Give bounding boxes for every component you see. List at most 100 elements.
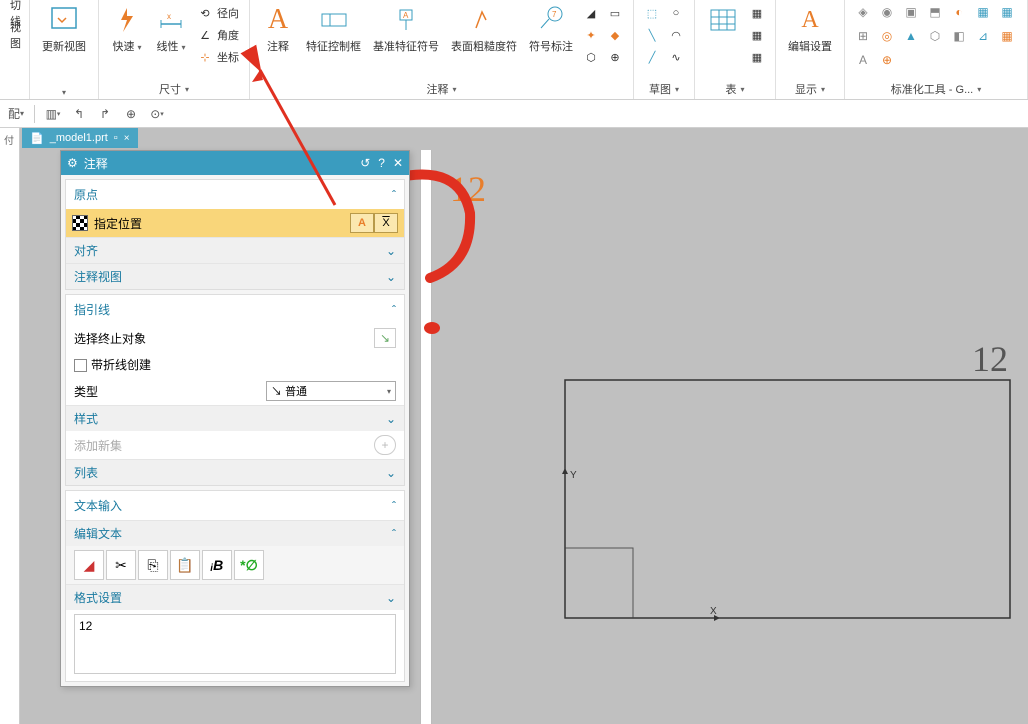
chevron-up-icon: ˆ — [392, 527, 396, 541]
undo-icon[interactable]: ↺ — [360, 156, 370, 170]
datum-icon: A — [390, 4, 422, 36]
std-ico[interactable]: ◧ — [951, 28, 967, 44]
quick-btn[interactable]: ↰ — [67, 103, 91, 125]
std-ico[interactable]: ▦ — [999, 28, 1015, 44]
style-row[interactable]: 样式⌄ — [66, 405, 404, 431]
edit-settings-btn[interactable]: A 编辑设置 — [784, 2, 836, 56]
std-ico[interactable]: ⬒ — [927, 4, 943, 20]
type-select[interactable]: ↘ 普通 ▾ — [266, 381, 396, 401]
quick-btn[interactable]: ⊙▾ — [145, 103, 169, 125]
datum-btn[interactable]: A 基准特征符号 — [369, 2, 443, 56]
std-ico[interactable]: ◈ — [855, 4, 871, 20]
section-origin[interactable]: 原点ˆ — [66, 180, 404, 209]
std-ico[interactable]: ◐ — [951, 4, 967, 20]
std-ico[interactable]: ⊞ — [855, 28, 871, 44]
edit-text-row[interactable]: 编辑文本ˆ — [66, 520, 404, 546]
quick-btn[interactable]: ▥▾ — [41, 103, 65, 125]
ribbon: 切线 视图 更新视图 ▾ 快速 ▾ x 线性 ▾ ⟲径向 ∠角度 — [0, 0, 1028, 100]
section-text-input[interactable]: 文本输入ˆ — [66, 491, 404, 520]
anno-small1[interactable]: ◢ — [581, 2, 601, 24]
annotation-view-row[interactable]: 注释视图⌄ — [66, 263, 404, 289]
surface-btn[interactable]: 表面粗糙度符 — [447, 2, 521, 56]
table-btn[interactable] — [703, 2, 743, 38]
fast-dim-btn[interactable]: 快速 ▾ — [107, 2, 147, 56]
note-btn[interactable]: A 注释 — [258, 2, 298, 56]
coord-btn[interactable]: ⊹坐标 — [195, 46, 241, 68]
std-ico[interactable]: A — [855, 52, 871, 68]
cut-icon[interactable]: ✂ — [106, 550, 136, 580]
anno-small5[interactable]: ◆ — [605, 24, 625, 46]
select-end-btn[interactable]: ↘ — [374, 328, 396, 348]
list-row[interactable]: 列表⌄ — [66, 459, 404, 485]
chevron-up-icon: ˆ — [392, 499, 396, 513]
symbol-icon[interactable]: *∅ — [234, 550, 264, 580]
bold-italic-icon[interactable]: ᵢB — [202, 550, 232, 580]
anno-small2[interactable]: ✦ — [581, 24, 601, 46]
fcf-btn[interactable]: 特征控制框 — [302, 2, 365, 56]
std-ico[interactable]: ⊕ — [879, 52, 895, 68]
std-ico[interactable]: ▲ — [903, 28, 919, 44]
anno-small6[interactable]: ⊕ — [605, 46, 625, 68]
align-row[interactable]: 对齐⌄ — [66, 237, 404, 263]
edit-a-icon: A — [794, 4, 826, 36]
std-ico[interactable]: ⬡ — [927, 28, 943, 44]
anno-small3[interactable]: ⬡ — [581, 46, 601, 68]
coord-icon: ⊹ — [197, 49, 213, 65]
paste-icon[interactable]: 📋 — [170, 550, 200, 580]
chevron-up-icon: ˆ — [392, 188, 396, 202]
format-row[interactable]: 格式设置⌄ — [66, 584, 404, 610]
sketch-btn2[interactable]: ╲ — [642, 24, 662, 46]
angle-btn[interactable]: ∠角度 — [195, 24, 241, 46]
balloon-btn[interactable]: 7 符号标注 — [525, 2, 577, 56]
surface-icon — [468, 4, 500, 36]
annotation-dialog: ⚙ 注释 ↺ ? ✕ 原点ˆ 指定位置 A X — [60, 150, 410, 687]
sketch-btn6[interactable]: ∿ — [666, 46, 686, 68]
sketch-btn5[interactable]: ◠ — [666, 24, 686, 46]
dialog-title-text: 注释 — [84, 155, 108, 172]
specify-btn-a[interactable]: A — [350, 213, 374, 233]
std-ico[interactable]: ⊿ — [975, 28, 991, 44]
svg-text:x: x — [167, 12, 171, 21]
checkbox[interactable] — [74, 359, 87, 372]
std-ico[interactable]: ◉ — [879, 4, 895, 20]
copy-icon[interactable]: ⎘ — [138, 550, 168, 580]
sketch-btn4[interactable]: ○ — [666, 2, 686, 24]
std-ico[interactable]: ▦ — [975, 4, 991, 20]
update-view-btn[interactable]: 更新视图 — [38, 2, 90, 56]
specify-btn-x[interactable]: X — [374, 213, 398, 233]
table-s2[interactable]: ▦ — [747, 24, 767, 46]
linear-dim-btn[interactable]: x 线性 ▾ — [151, 2, 191, 56]
anno-small4[interactable]: ▭ — [605, 2, 625, 24]
quick-btn[interactable]: ↱ — [93, 103, 117, 125]
chevron-down-icon: ⌄ — [386, 591, 396, 605]
refresh-icon — [48, 4, 80, 36]
table-s1[interactable]: ▦ — [747, 2, 767, 24]
quick-menu[interactable]: 配 ▾ — [4, 103, 28, 125]
std-ico[interactable]: ▦ — [999, 4, 1015, 20]
quick-toolbar: 配 ▾ ▥▾ ↰ ↱ ⊕ ⊙▾ — [0, 100, 1028, 128]
radial-btn[interactable]: ⟲径向 — [195, 2, 241, 24]
specify-location-row[interactable]: 指定位置 A X — [66, 209, 404, 237]
close-icon[interactable]: ✕ — [393, 156, 403, 170]
std-ico[interactable]: ▣ — [903, 4, 919, 20]
sketch-btn3[interactable]: ╱ — [642, 46, 662, 68]
checker-icon — [72, 215, 88, 231]
sketch-btn1[interactable]: ⬚ — [642, 2, 662, 24]
chevron-down-icon: ⌄ — [386, 270, 396, 284]
section-leader[interactable]: 指引线ˆ — [66, 295, 404, 324]
view-btn[interactable]: 视图 — [8, 24, 23, 46]
table-s3[interactable]: ▦ — [747, 46, 767, 68]
letter-a-icon: A — [262, 4, 294, 36]
text-toolbar: ◢ ✂ ⎘ 📋 ᵢB *∅ — [66, 546, 404, 584]
polyline-row[interactable]: 带折线创建 — [66, 352, 404, 377]
fcf-icon — [318, 4, 350, 36]
annotation-text-input[interactable] — [74, 614, 396, 674]
std-ico[interactable]: ◎ — [879, 28, 895, 44]
chevron-down-icon: ⌄ — [386, 466, 396, 480]
linear-icon: x — [155, 4, 187, 36]
help-icon[interactable]: ? — [378, 156, 385, 170]
svg-text:7: 7 — [552, 10, 557, 19]
clear-icon[interactable]: ◢ — [74, 550, 104, 580]
quick-btn[interactable]: ⊕ — [119, 103, 143, 125]
dialog-titlebar[interactable]: ⚙ 注释 ↺ ? ✕ — [61, 151, 409, 175]
